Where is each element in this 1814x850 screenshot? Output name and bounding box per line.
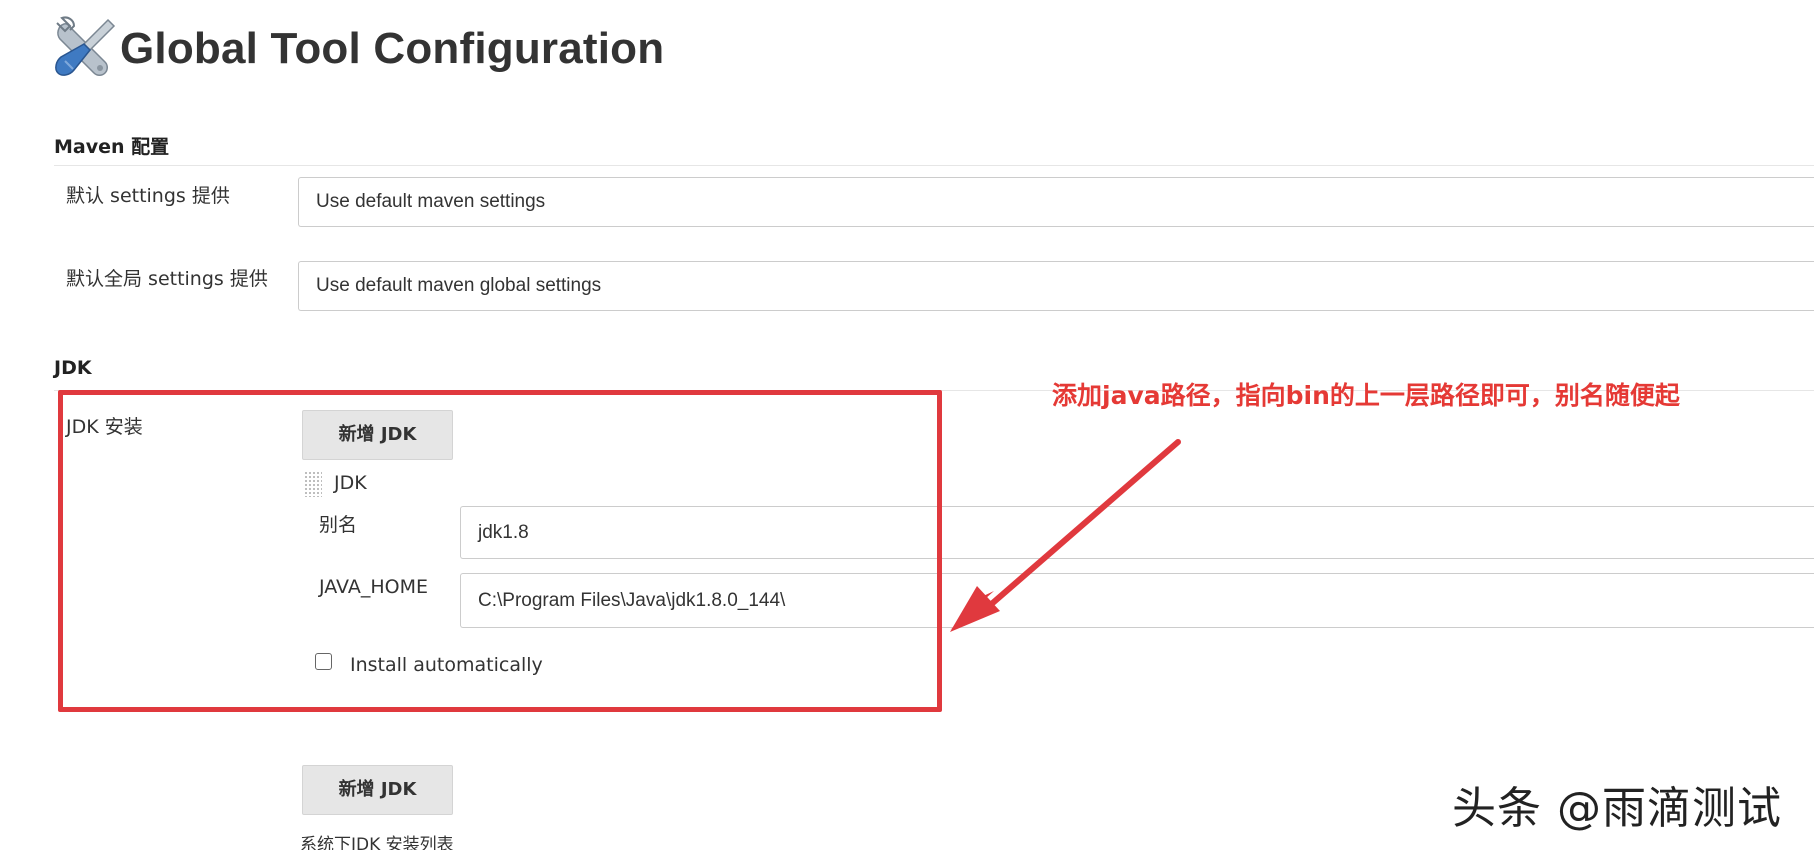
add-jdk-button-bottom[interactable]: 新增 JDK (302, 765, 453, 815)
page: Global Tool Configuration Maven 配置 默认 se… (0, 0, 1814, 850)
tools-icon (55, 16, 116, 76)
page-header: Global Tool Configuration (50, 14, 664, 84)
default-settings-select[interactable]: Use default maven settings (298, 177, 1814, 227)
maven-section-divider (54, 165, 1814, 166)
global-settings-label: 默认全局 settings 提供 (66, 268, 268, 290)
maven-section-heading: Maven 配置 (54, 136, 170, 158)
page-title: Global Tool Configuration (120, 24, 665, 73)
jdk-installations-caption: 系统下JDK 安装列表 (300, 835, 454, 850)
annotation-highlight-box (58, 390, 942, 712)
jdk-section-heading: JDK (54, 357, 92, 379)
default-settings-label: 默认 settings 提供 (66, 185, 230, 207)
global-settings-select[interactable]: Use default maven global settings (298, 261, 1814, 311)
watermark: 头条 @雨滴测试 (1452, 783, 1782, 834)
annotation-text: 添加java路径，指向bin的上一层路径即可，别名随便起 (1052, 381, 1680, 410)
